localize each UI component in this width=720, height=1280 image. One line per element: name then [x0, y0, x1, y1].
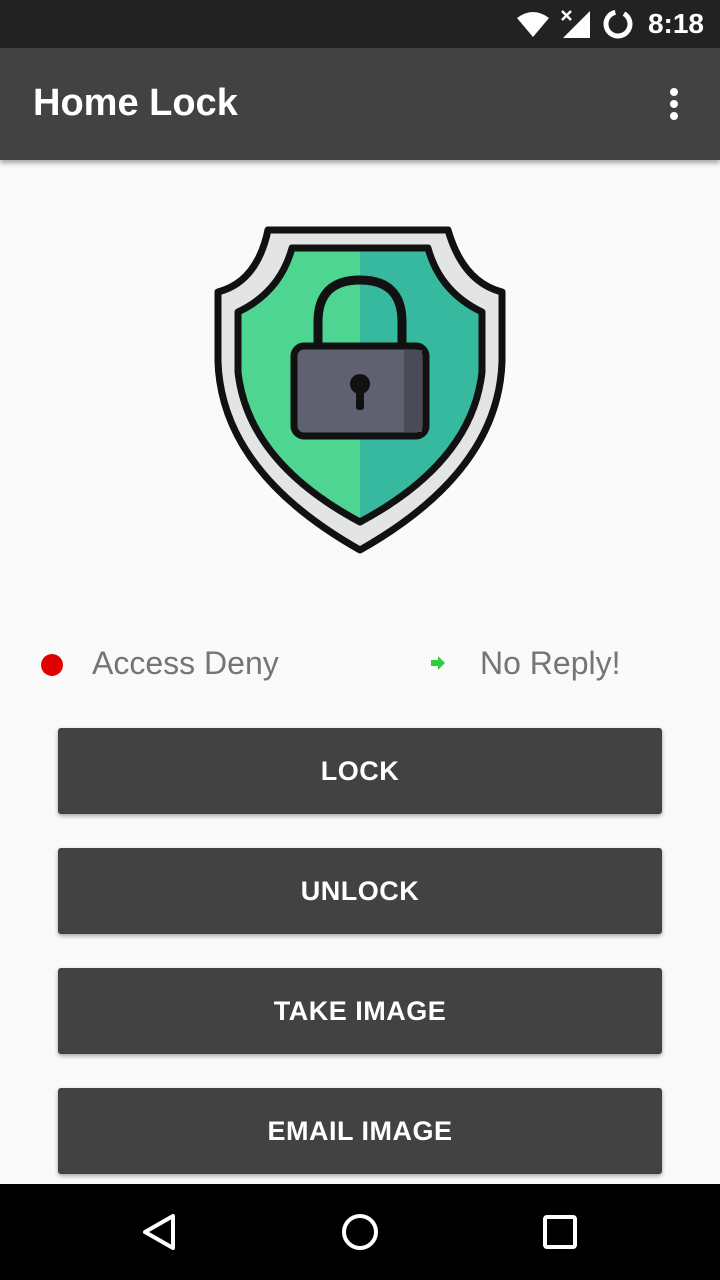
status-icons: 8:18 [516, 0, 704, 48]
app-title: Home Lock [33, 82, 238, 124]
app-bar: Home Lock [0, 48, 720, 160]
no-signal-icon [561, 10, 590, 38]
back-icon[interactable] [132, 1204, 188, 1260]
access-status-label: Access Deny [92, 645, 279, 681]
access-status-dot [41, 654, 63, 676]
wifi-icon [516, 12, 549, 37]
unlock-button[interactable]: UNLOCK [58, 848, 662, 934]
home-icon[interactable] [332, 1204, 388, 1260]
more-vert-icon[interactable] [658, 88, 690, 120]
recents-icon[interactable] [532, 1204, 588, 1260]
take-image-button[interactable]: TAKE IMAGE [58, 968, 662, 1054]
shield-lock-icon [214, 226, 506, 554]
arrow-right-icon [431, 656, 445, 670]
battery-charging-icon [603, 9, 633, 39]
status-bar: 8:18 [0, 0, 720, 48]
status-row: Access Deny No Reply! [0, 640, 720, 690]
reply-status-label: No Reply! [480, 645, 621, 681]
navigation-bar [0, 1184, 720, 1280]
email-image-button[interactable]: EMAIL IMAGE [58, 1088, 662, 1174]
lock-button[interactable]: LOCK [58, 728, 662, 814]
status-time: 8:18 [647, 8, 704, 39]
